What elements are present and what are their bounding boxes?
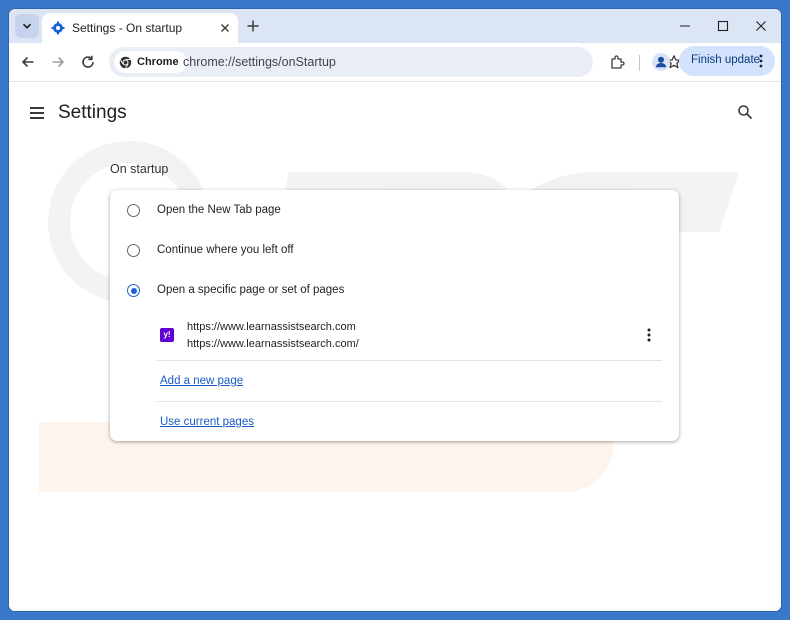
divider — [157, 401, 662, 402]
reload-icon[interactable] — [79, 53, 97, 71]
chevron-down-icon — [22, 23, 32, 29]
tab-search-button[interactable] — [15, 14, 39, 38]
chip-label: Chrome — [137, 56, 179, 68]
minimize-icon[interactable] — [676, 17, 694, 35]
option-label: Open a specific page or set of pages — [157, 284, 345, 296]
settings-gear-icon — [51, 21, 65, 35]
more-actions-icon[interactable] — [646, 327, 652, 343]
url-text[interactable]: chrome://settings/onStartup — [183, 55, 336, 69]
use-current-pages-link[interactable]: Use current pages — [160, 416, 254, 428]
close-tab-icon[interactable] — [218, 21, 232, 35]
back-arrow-icon[interactable] — [19, 53, 37, 71]
toolbar-divider — [639, 55, 640, 71]
startup-page-url: https://www.learnassistsearch.com/ — [187, 338, 359, 350]
radio-new-tab[interactable] — [127, 204, 140, 217]
search-icon[interactable] — [737, 104, 753, 120]
browser-window: Settings - On startup Chrome chrome://se… — [9, 9, 781, 611]
forward-arrow-icon[interactable] — [49, 53, 67, 71]
site-info-chip[interactable]: Chrome — [114, 51, 187, 73]
option-new-tab[interactable]: Open the New Tab page — [110, 191, 679, 231]
active-tab[interactable]: Settings - On startup — [42, 13, 238, 43]
address-bar[interactable]: Chrome chrome://settings/onStartup — [109, 47, 681, 77]
chrome-logo-icon — [119, 56, 132, 68]
startup-options-card: Open the New Tab page Continue where you… — [110, 190, 679, 441]
site-favicon-icon: y! — [160, 328, 174, 342]
new-tab-plus-icon[interactable] — [245, 18, 261, 34]
tab-title: Settings - On startup — [72, 21, 183, 35]
radio-specific-pages[interactable] — [127, 284, 140, 297]
more-vert-icon — [759, 54, 763, 68]
maximize-icon[interactable] — [714, 17, 732, 35]
settings-page: Settings On startup Open the New Tab pag… — [9, 82, 781, 611]
section-title: On startup — [110, 162, 169, 176]
startup-page-title: https://www.learnassistsearch.com — [187, 321, 356, 333]
add-new-page-link[interactable]: Add a new page — [160, 375, 243, 387]
finish-update-label: Finish update — [691, 54, 761, 66]
browser-toolbar: Chrome chrome://settings/onStartup Finis… — [9, 43, 781, 82]
profile-icon — [655, 56, 667, 68]
option-label: Open the New Tab page — [157, 204, 281, 216]
profile-avatar[interactable] — [652, 53, 670, 71]
radio-continue[interactable] — [127, 244, 140, 257]
extensions-puzzle-icon[interactable] — [609, 54, 625, 70]
option-label: Continue where you left off — [157, 244, 294, 256]
close-window-icon[interactable] — [752, 17, 770, 35]
page-title: Settings — [58, 102, 127, 123]
startup-page-entry: y! https://www.learnassistsearch.com htt… — [110, 314, 679, 360]
option-continue[interactable]: Continue where you left off — [110, 231, 679, 271]
hamburger-menu-icon[interactable] — [29, 106, 45, 120]
divider — [157, 360, 662, 361]
finish-update-button[interactable]: Finish update — [679, 46, 775, 76]
tab-strip: Settings - On startup — [9, 9, 781, 43]
option-specific-pages[interactable]: Open a specific page or set of pages — [110, 271, 679, 311]
